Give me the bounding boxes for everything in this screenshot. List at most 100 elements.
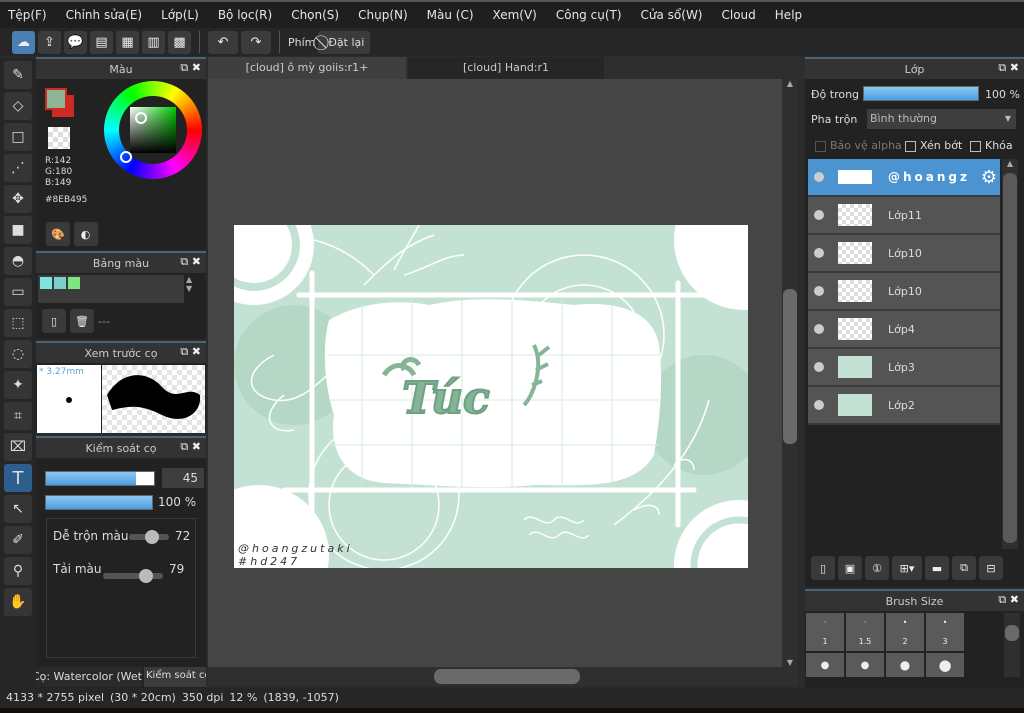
visibility-toggle-icon[interactable] — [814, 362, 824, 372]
palette-swatch[interactable] — [54, 277, 66, 289]
add-layer-menu-icon[interactable]: ⊞▾ — [892, 556, 922, 580]
brush-size-scrollbar[interactable] — [1004, 613, 1020, 677]
gradient-tool-icon[interactable]: ▭ — [4, 278, 32, 306]
share-icon[interactable]: ⇪ — [38, 30, 61, 54]
blend-slider[interactable] — [129, 530, 169, 544]
menu-file[interactable]: Tệp(F) — [8, 8, 47, 22]
tab-document-2[interactable]: [cloud] Hand:r1 — [408, 57, 604, 79]
tab-document-1[interactable]: [cloud] ô mỳ goiis:r1+ — [208, 57, 406, 79]
rectangle-tool-icon[interactable]: □ — [4, 123, 32, 151]
visibility-toggle-icon[interactable] — [814, 324, 824, 334]
brush-size-preset[interactable]: ● — [886, 653, 924, 677]
menu-select[interactable]: Chọn(S) — [291, 8, 339, 22]
panel-float-close-icon[interactable]: ⧉ ✖ — [998, 593, 1019, 607]
schedule-icon[interactable]: ▥ — [142, 30, 165, 54]
layer-row[interactable]: Lớp4 — [808, 311, 1000, 349]
blend-mode-select[interactable]: Bình thường ▼ — [867, 109, 1016, 129]
visibility-toggle-icon[interactable] — [814, 172, 824, 182]
brush-size-input[interactable]: 45 — [162, 468, 204, 488]
select-pen-tool-icon[interactable]: ⌗ — [4, 402, 32, 430]
horizontal-scroll-thumb[interactable] — [434, 669, 580, 684]
menu-window[interactable]: Cửa sổ(W) — [641, 8, 703, 22]
artwork-canvas[interactable]: Túc @hoangzutaki #hd247 — [234, 225, 748, 568]
cloud-save-icon[interactable]: ☁ — [12, 30, 35, 54]
move-tool-icon[interactable]: ✥ — [4, 185, 32, 213]
menu-snap[interactable]: Chụp(N) — [358, 8, 408, 22]
layer-row[interactable]: Lớp3 — [808, 349, 1000, 387]
grid-edit-icon[interactable]: ▩ — [168, 30, 191, 54]
reload-slider[interactable] — [103, 569, 163, 583]
menu-view[interactable]: Xem(V) — [493, 8, 537, 22]
new-halftone-layer-icon[interactable]: ▣ — [838, 556, 862, 580]
sv-picker-handle[interactable] — [135, 112, 147, 124]
protect-alpha-checkbox[interactable]: Bảo vệ alpha — [815, 139, 902, 152]
dot-tool-icon[interactable]: ⋰ — [4, 154, 32, 182]
new-layer-icon[interactable]: ▯ — [811, 556, 835, 580]
palette-scroll-arrows[interactable]: ▲ ▼ — [186, 275, 192, 293]
hand-tool-icon[interactable]: ✋ — [4, 588, 32, 616]
canvas-viewport[interactable]: Túc @hoangzutaki #hd247 — [208, 79, 782, 667]
hue-picker-handle[interactable] — [120, 151, 132, 163]
undo-button[interactable]: ↶ — [208, 30, 238, 54]
delete-palette-icon[interactable]: 🗑 — [70, 309, 94, 333]
visibility-toggle-icon[interactable] — [814, 210, 824, 220]
palette-swatch[interactable] — [68, 277, 80, 289]
reset-button[interactable]: ⃠Đặt lại — [318, 30, 371, 54]
brush-size-preset[interactable]: · 1.5 — [846, 613, 884, 651]
brush-size-slider[interactable] — [45, 471, 155, 486]
panel-float-close-icon[interactable]: ⧉ ✖ — [998, 61, 1019, 75]
document-icon[interactable]: ▦ — [116, 30, 139, 54]
hue-ring[interactable] — [104, 81, 202, 179]
menu-color[interactable]: Màu (C) — [427, 8, 474, 22]
eyedropper-tool-icon[interactable]: ⚲ — [4, 557, 32, 585]
brush-tool-icon[interactable]: ✎ — [4, 61, 32, 89]
select-tool-icon[interactable]: ⬚ — [4, 309, 32, 337]
layer-row[interactable]: @hoangz ⚙ — [808, 159, 1000, 197]
operation-tool-icon[interactable]: ↖ — [4, 495, 32, 523]
panel-float-close-icon[interactable]: ⧉ ✖ — [180, 345, 201, 359]
brush-size-preset[interactable]: ● — [806, 653, 844, 677]
color-history-icon[interactable]: ◐ — [73, 222, 98, 246]
divide-tool-icon[interactable]: ✐ — [4, 526, 32, 554]
lasso-tool-icon[interactable]: ◌ — [4, 340, 32, 368]
text-tool-icon[interactable]: T — [4, 464, 32, 492]
lock-checkbox[interactable]: Khóa — [970, 139, 1013, 152]
select-eraser-tool-icon[interactable]: ⌧ — [4, 433, 32, 461]
comment-icon[interactable]: 💬 — [64, 30, 87, 54]
transparent-color-swatch[interactable] — [48, 127, 70, 149]
tab-brush-control[interactable]: Kiểm soát cọ — [144, 667, 206, 687]
vertical-scroll-thumb[interactable] — [783, 289, 797, 444]
merge-layer-icon[interactable]: ⊟ — [979, 556, 1003, 580]
palette-icon[interactable]: 🎨 — [46, 222, 70, 246]
visibility-toggle-icon[interactable] — [814, 248, 824, 258]
brush-size-preset[interactable]: • 2 — [886, 613, 924, 651]
layer-row[interactable]: Lớp10 — [808, 273, 1000, 311]
clipping-checkbox[interactable]: Xén bớt — [905, 139, 962, 152]
bucket-tool-icon[interactable]: ◓ — [4, 247, 32, 275]
panel-float-close-icon[interactable]: ⧉ ✖ — [180, 440, 201, 454]
layer-opacity-slider[interactable] — [863, 86, 979, 101]
layer-row[interactable]: Lớp10 — [808, 235, 1000, 273]
new-folder-icon[interactable]: ▬ — [925, 556, 949, 580]
duplicate-layer-icon[interactable]: ⧉ — [952, 556, 976, 580]
redo-button[interactable]: ↷ — [241, 30, 271, 54]
fill-rect-tool-icon[interactable]: ■ — [4, 216, 32, 244]
panel-float-close-icon[interactable]: ⧉ ✖ — [180, 61, 201, 75]
eraser-tool-icon[interactable]: ◇ — [4, 92, 32, 120]
menu-help[interactable]: Help — [775, 8, 802, 22]
menu-edit[interactable]: Chỉnh sửa(E) — [66, 8, 143, 22]
tab-brush[interactable]: Cọ: Watercolor (Wet — [36, 667, 142, 687]
brush-size-preset[interactable]: · 1 — [806, 613, 844, 651]
gear-icon[interactable]: ⚙ — [981, 167, 997, 188]
palette-swatch[interactable] — [40, 277, 52, 289]
layer-row[interactable]: Lớp11 — [808, 197, 1000, 235]
panel-float-close-icon[interactable]: ⧉ ✖ — [180, 255, 201, 269]
message-icon[interactable]: ▤ — [90, 30, 113, 54]
new-1bit-layer-icon[interactable]: ① — [865, 556, 889, 580]
menu-tools[interactable]: Công cụ(T) — [556, 8, 622, 22]
layer-row[interactable]: Lớp2 — [808, 387, 1000, 425]
menu-layer[interactable]: Lớp(L) — [161, 8, 199, 22]
visibility-toggle-icon[interactable] — [814, 286, 824, 296]
menu-cloud[interactable]: Cloud — [722, 8, 756, 22]
visibility-toggle-icon[interactable] — [814, 400, 824, 410]
